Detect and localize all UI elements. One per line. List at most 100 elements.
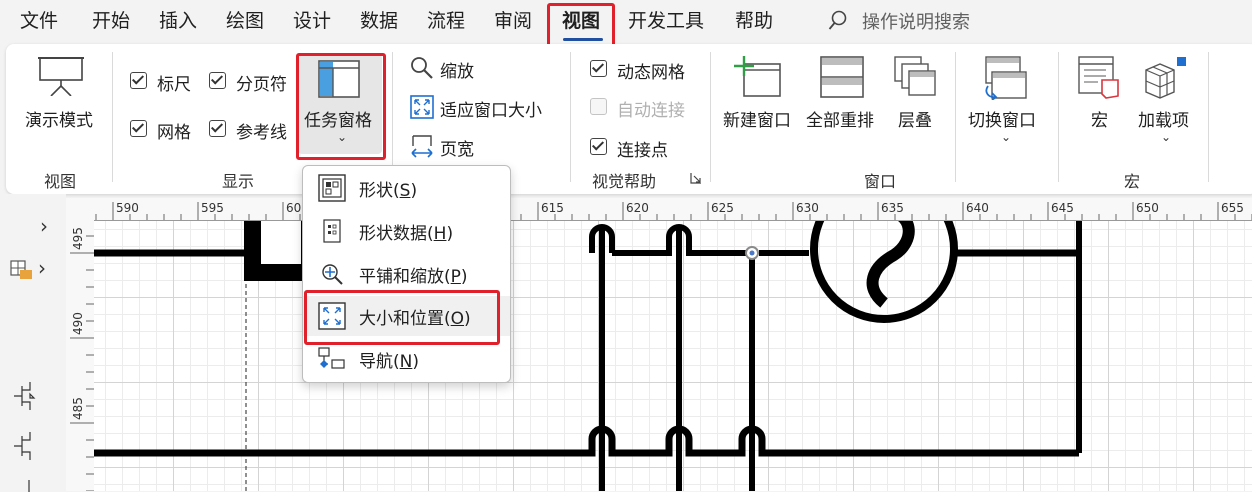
macros-label: 宏	[1091, 111, 1108, 131]
chevron-down-icon: ⌄	[337, 130, 348, 144]
ruler-tick-label: 615	[541, 201, 564, 215]
tab-home[interactable]: 开始	[92, 8, 130, 34]
menu-item-shape-data[interactable]: 形状数据(H)	[303, 211, 510, 251]
group-divider	[710, 52, 711, 182]
ruler-tick-label: 590	[116, 201, 139, 215]
cascade-icon[interactable]	[894, 56, 938, 98]
ruler-tick-label: 485	[71, 397, 85, 420]
group-divider	[392, 52, 393, 182]
shapes-sidebar: › ›	[0, 194, 66, 492]
ruler-tick-label: 630	[796, 201, 819, 215]
switch-windows-icon[interactable]	[982, 56, 1028, 100]
menu-bar: 文件 开始 插入 绘图 设计 数据 流程 审阅 视图 开发工具 帮助 操作说明搜…	[0, 0, 1252, 44]
macros-icon[interactable]	[1078, 56, 1122, 100]
menu-item-pan-zoom[interactable]: 平铺和缩放(P)	[303, 254, 510, 294]
active-tab-indicator	[563, 38, 603, 41]
menu-item-shapes[interactable]: 形状(S)	[303, 168, 510, 208]
new-window-label: 新建窗口	[723, 111, 791, 131]
grid-label: 网格	[157, 123, 191, 143]
access-key: S	[399, 180, 411, 201]
search-icon	[828, 10, 847, 30]
expand-chevron-icon[interactable]: ›	[40, 214, 48, 238]
group-divider	[112, 52, 113, 182]
tab-process[interactable]: 流程	[427, 8, 465, 34]
tab-draw[interactable]: 绘图	[226, 8, 264, 34]
tab-developer[interactable]: 开发工具	[628, 8, 704, 34]
shape-data-icon	[317, 216, 347, 246]
search-placeholder: 操作说明搜索	[862, 12, 970, 33]
cascade-label: 层叠	[898, 111, 932, 131]
access-key: P	[450, 266, 461, 287]
menu-item-size-position[interactable]: 大小和位置(O)	[303, 296, 510, 336]
connection-points-label: 连接点	[617, 141, 668, 161]
shapes-pane-icon	[317, 173, 347, 203]
dynamic-grid-checkbox[interactable]	[590, 60, 607, 77]
menu-item-label: 导航	[359, 351, 393, 372]
group-label-show: 显示	[222, 172, 255, 191]
tell-me-search[interactable]: 操作说明搜索	[828, 8, 970, 34]
auto-connect-checkbox[interactable]	[590, 98, 607, 115]
add-ins-icon[interactable]	[1142, 56, 1188, 100]
tab-insert[interactable]: 插入	[159, 8, 197, 34]
presentation-mode-button[interactable]	[38, 56, 84, 100]
zoom-label[interactable]: 缩放	[440, 57, 474, 82]
task-pane-menu: 形状(S) 形状数据(H) 平铺和缩放(P) 大小和位置(O) 导航(N)	[302, 165, 511, 383]
arrange-all-label: 全部重排	[806, 111, 874, 131]
group-label-visual-aids: 视觉帮助	[592, 172, 657, 191]
chevron-down-icon: ⌄	[1001, 130, 1012, 144]
access-key: O	[450, 308, 465, 329]
size-position-icon	[317, 301, 347, 331]
horizontal-ruler-ticks: 5905956006056106156206256306356406456506…	[95, 201, 1252, 220]
arrange-all-icon[interactable]	[820, 56, 864, 98]
connection-points-checkbox[interactable]	[590, 138, 607, 155]
stencil-folder-icon[interactable]	[10, 260, 34, 280]
tab-file[interactable]: 文件	[20, 8, 58, 34]
tab-review[interactable]: 审阅	[494, 8, 532, 34]
ruler-tick-label: 655	[1221, 201, 1244, 215]
dialog-launcher-icon[interactable]	[690, 172, 702, 184]
stencil-shape-icon[interactable]	[24, 480, 34, 492]
group-divider	[955, 52, 956, 182]
group-divider	[1058, 52, 1059, 182]
chevron-down-icon: ⌄	[1161, 130, 1172, 144]
ruler-tick-label: 595	[201, 201, 224, 215]
vertical-ruler-ticks: 495 490 485	[70, 227, 94, 491]
ruler-checkbox[interactable]	[130, 72, 147, 89]
task-pane-label: 任务窗格	[304, 111, 372, 131]
task-pane-icon	[318, 60, 360, 98]
ruler-tick-label: 625	[711, 201, 734, 215]
auto-connect-label: 自动连接	[617, 101, 685, 121]
tab-design[interactable]: 设计	[293, 8, 331, 34]
drawing-canvas[interactable]	[94, 221, 1252, 491]
menu-item-label: 形状数据	[359, 223, 427, 244]
stencil-shape-icon[interactable]	[12, 428, 42, 462]
horizontal-ruler: 5905956006056106156206256306356406456506…	[94, 198, 1252, 221]
tab-data[interactable]: 数据	[360, 8, 398, 34]
menu-item-label: 形状	[359, 180, 393, 201]
add-ins-label: 加载项	[1138, 111, 1189, 131]
tab-view[interactable]: 视图	[562, 8, 600, 34]
ruler-label: 标尺	[157, 75, 191, 95]
access-key: N	[399, 351, 413, 372]
electrical-diagram[interactable]	[94, 221, 1252, 491]
tab-help[interactable]: 帮助	[735, 8, 773, 34]
menu-item-label: 平铺和缩放	[359, 266, 444, 287]
ruler-tick-label: 490	[71, 312, 85, 335]
ruler-tick-label: 650	[1136, 201, 1159, 215]
fit-to-window-label[interactable]: 适应窗口大小	[440, 96, 542, 121]
ruler-tick-label: 495	[71, 227, 85, 250]
group-label-macros: 宏	[1124, 172, 1141, 191]
stencil-shape-icon[interactable]	[12, 378, 42, 412]
switch-windows-label: 切换窗口	[968, 111, 1036, 131]
expand-chevron-icon[interactable]: ›	[38, 256, 46, 280]
ruler-tick-label: 620	[626, 201, 649, 215]
ruler-corner	[66, 198, 94, 220]
new-window-icon[interactable]	[734, 56, 782, 98]
ruler-tick-label: 640	[966, 201, 989, 215]
grid-checkbox[interactable]	[130, 120, 147, 137]
fit-to-window-icon	[410, 95, 434, 119]
page-width-label[interactable]: 页宽	[440, 135, 474, 160]
guides-checkbox[interactable]	[209, 120, 226, 137]
page-breaks-checkbox[interactable]	[209, 72, 226, 89]
menu-item-navigation[interactable]: 导航(N)	[303, 339, 510, 379]
